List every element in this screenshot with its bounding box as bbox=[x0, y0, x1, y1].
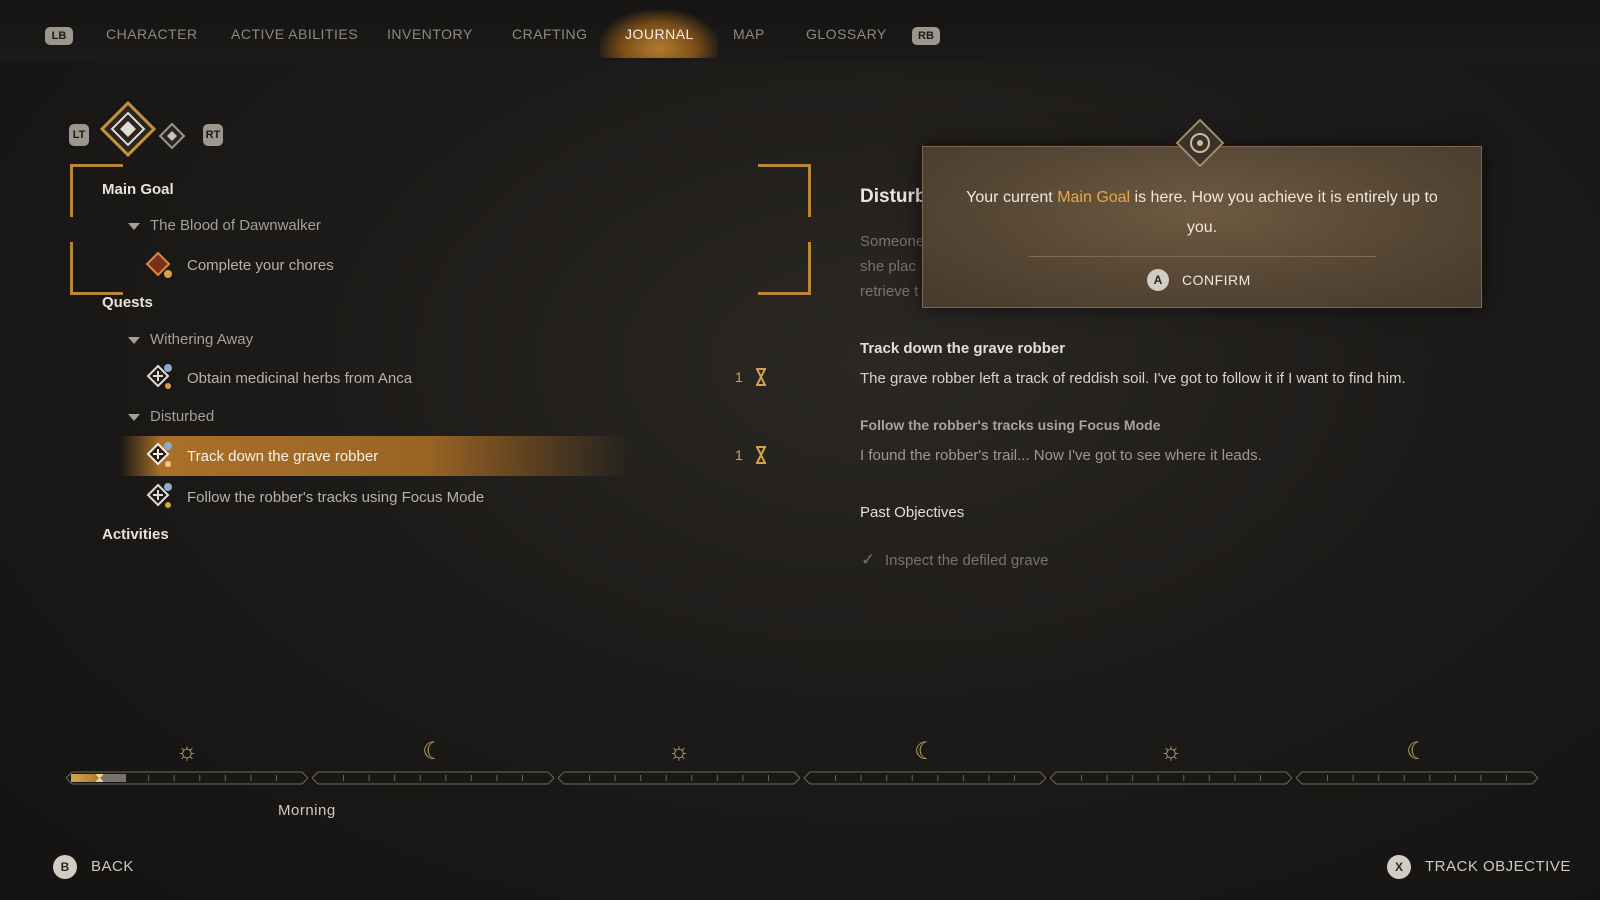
hourglass-icon bbox=[756, 368, 766, 386]
rb-button[interactable]: RB bbox=[912, 27, 940, 45]
expand-caret-icon[interactable] bbox=[128, 223, 140, 230]
detail-title: Disturb bbox=[860, 186, 927, 207]
group-withering-away[interactable]: Withering Away bbox=[150, 331, 253, 348]
timeline-segment bbox=[1049, 771, 1293, 785]
tab-crafting[interactable]: CRAFTING bbox=[512, 26, 588, 42]
list-item-obtain-herbs[interactable]: Obtain medicinal herbs from Anca bbox=[187, 370, 412, 387]
frame-corner bbox=[70, 242, 123, 295]
expand-caret-icon[interactable] bbox=[128, 414, 140, 421]
sun-icon: ☼ bbox=[668, 738, 690, 765]
section-activities: Activities bbox=[102, 526, 169, 543]
quest-icon bbox=[146, 364, 172, 389]
rt-button[interactable]: RT bbox=[203, 124, 223, 146]
b-button-icon[interactable]: B bbox=[53, 855, 77, 879]
moon-icon: ☾ bbox=[422, 738, 444, 765]
checkmark-icon: ✓ bbox=[861, 550, 876, 569]
divider bbox=[1028, 256, 1376, 257]
tab-inventory[interactable]: INVENTORY bbox=[387, 26, 473, 42]
group-blood-of-dawnwalker[interactable]: The Blood of Dawnwalker bbox=[150, 217, 321, 234]
sun-icon: ☼ bbox=[1160, 738, 1182, 765]
lb-button[interactable]: LB bbox=[45, 27, 73, 45]
objective-count: 1 bbox=[735, 369, 743, 385]
confirm-button[interactable]: CONFIRM bbox=[1182, 272, 1251, 288]
popup-text-part: Your current bbox=[966, 189, 1058, 206]
tab-character[interactable]: CHARACTER bbox=[106, 26, 198, 42]
objective-text: I found the robber's trail... Now I've g… bbox=[860, 447, 1262, 464]
group-disturbed[interactable]: Disturbed bbox=[150, 408, 214, 425]
section-quests: Quests bbox=[102, 294, 153, 311]
popup-text-line2: you. bbox=[1186, 219, 1218, 236]
lt-button[interactable]: LT bbox=[69, 124, 89, 146]
detail-desc-line: Someone bbox=[860, 233, 925, 250]
list-item-follow-tracks[interactable]: Follow the robber's tracks using Focus M… bbox=[187, 489, 484, 506]
detail-desc-line: she plac bbox=[860, 258, 916, 275]
x-button-icon[interactable]: X bbox=[1387, 855, 1411, 879]
moon-icon: ☾ bbox=[1406, 738, 1428, 765]
popup-text-part: is here. How you achieve it is entirely … bbox=[1130, 189, 1438, 206]
objective-title: Follow the robber's tracks using Focus M… bbox=[860, 417, 1161, 433]
section-main-goal: Main Goal bbox=[102, 181, 174, 198]
tab-glossary[interactable]: GLOSSARY bbox=[806, 26, 887, 42]
timeline-segment bbox=[803, 771, 1047, 785]
timeline-segment bbox=[557, 771, 801, 785]
hourglass-icon bbox=[756, 446, 766, 464]
tab-active-abilities[interactable]: ACTIVE ABILITIES bbox=[231, 26, 358, 42]
main-quest-icon bbox=[145, 251, 172, 278]
detail-desc-line: retrieve t bbox=[860, 283, 919, 300]
moon-icon: ☾ bbox=[914, 738, 936, 765]
track-objective-button[interactable]: TRACK OBJECTIVE bbox=[1425, 858, 1571, 875]
a-button-icon[interactable]: A bbox=[1147, 269, 1169, 291]
expand-caret-icon[interactable] bbox=[128, 337, 140, 344]
time-of-day-label: Morning bbox=[278, 802, 336, 819]
tutorial-popup: Your current Main Goal is here. How you … bbox=[922, 146, 1482, 308]
objective-title: Track down the grave robber bbox=[860, 340, 1066, 357]
timeline-segment bbox=[1295, 771, 1539, 785]
list-item-complete-chores[interactable]: Complete your chores bbox=[187, 257, 334, 274]
past-objectives-title: Past Objectives bbox=[860, 504, 965, 521]
frame-corner bbox=[758, 164, 811, 217]
frame-corner bbox=[758, 242, 811, 295]
quest-icon bbox=[146, 442, 172, 467]
sun-icon: ☼ bbox=[176, 738, 198, 765]
timeline-segment bbox=[311, 771, 555, 785]
objective-count: 1 bbox=[735, 447, 743, 463]
popup-highlight: Main Goal bbox=[1057, 189, 1131, 206]
popup-text: Your current Main Goal is here. How you … bbox=[943, 189, 1461, 207]
back-button[interactable]: BACK bbox=[91, 858, 134, 875]
list-item-track-grave-robber[interactable]: Track down the grave robber bbox=[187, 448, 378, 465]
main-goal-filter-icon[interactable] bbox=[100, 101, 156, 157]
current-time-marker-icon: ⧗ bbox=[95, 770, 105, 785]
past-objective-item: Inspect the defiled grave bbox=[885, 552, 1049, 569]
main-goal-emblem-icon bbox=[1175, 118, 1225, 168]
tab-map[interactable]: MAP bbox=[733, 26, 765, 42]
objective-text: The grave robber left a track of reddish… bbox=[860, 370, 1406, 387]
tab-journal[interactable]: JOURNAL bbox=[625, 26, 694, 42]
quest-icon bbox=[146, 483, 172, 508]
quest-filter-icon[interactable] bbox=[158, 122, 186, 150]
